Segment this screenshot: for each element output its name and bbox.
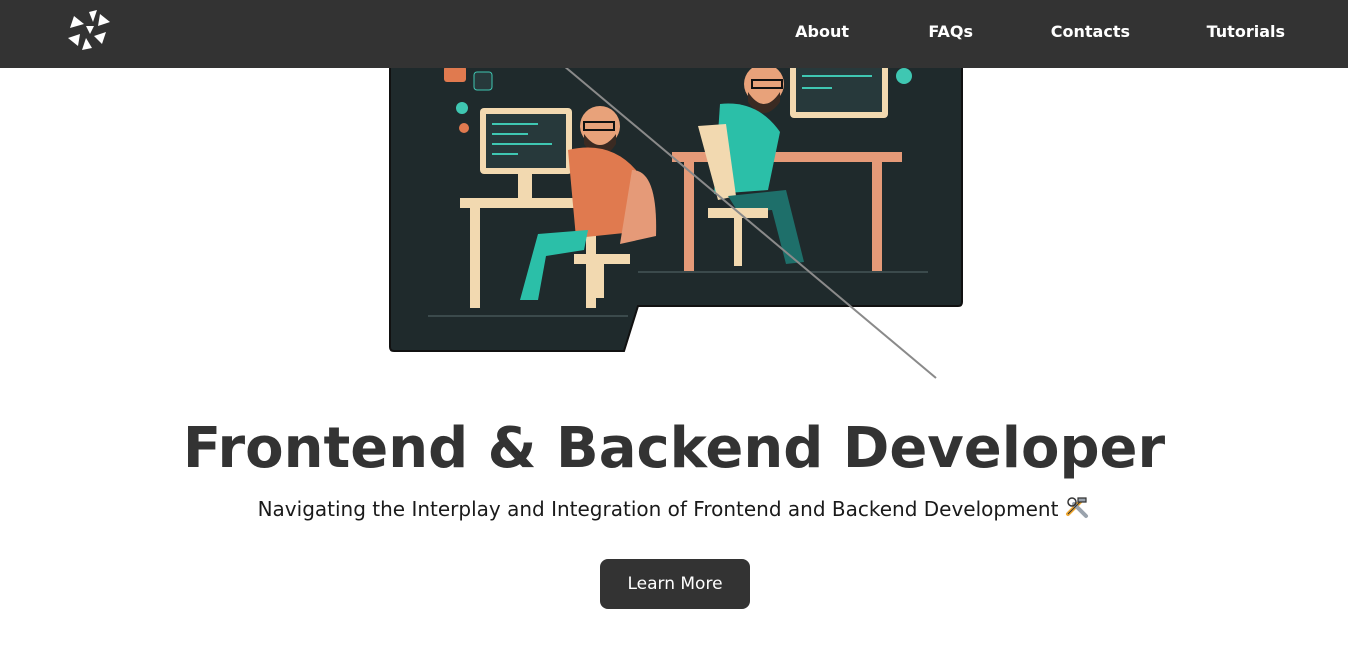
top-navbar: About FAQs Contacts Tutorials <box>0 0 1348 68</box>
learn-more-button[interactable]: Learn More <box>600 559 750 609</box>
logo-icon[interactable] <box>66 8 112 52</box>
hero-title: Frontend & Backend Developer <box>182 416 1166 481</box>
nav-about-link[interactable]: About <box>795 22 849 41</box>
hero-subtitle: Navigating the Interplay and Integration… <box>0 494 1348 521</box>
hammer-and-wrench-icon <box>1066 497 1089 518</box>
hero-subtitle-text: Navigating the Interplay and Integration… <box>257 497 1059 521</box>
nav-tutorials-link[interactable]: Tutorials <box>1207 22 1285 41</box>
nav-contacts-link[interactable]: Contacts <box>1051 22 1130 41</box>
nav-faqs-link[interactable]: FAQs <box>928 22 973 41</box>
